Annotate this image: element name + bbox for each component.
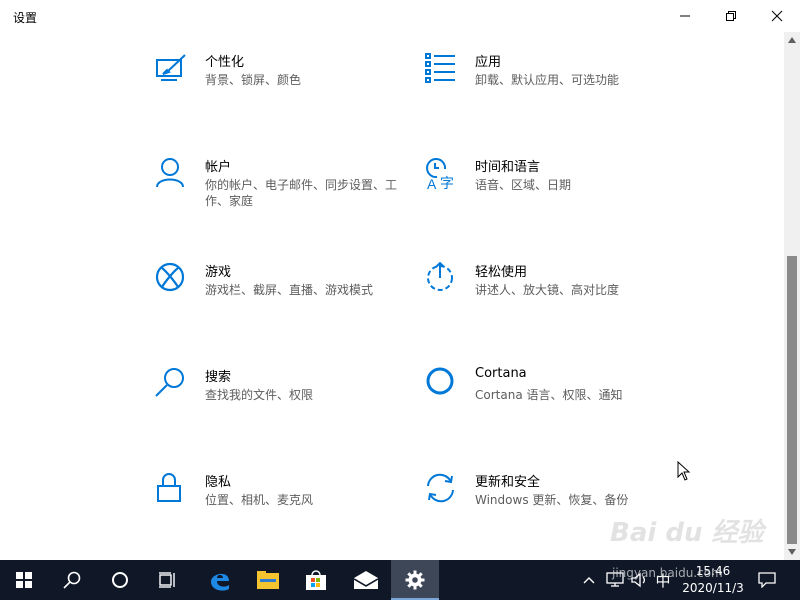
- taskbar-store-button[interactable]: [292, 560, 340, 600]
- mail-icon: [354, 571, 378, 589]
- tile-name: 更新和安全: [475, 475, 541, 490]
- scroll-thumb[interactable]: [787, 256, 797, 544]
- window-title: 设置: [13, 11, 38, 25]
- tile-name: 隐私: [205, 475, 232, 490]
- tile-description: 讲述人、放大镜、高对比度: [475, 283, 620, 297]
- taskbar-file-explorer-button[interactable]: [244, 560, 292, 600]
- tile-description: 位置、相机、麦克风: [205, 493, 314, 507]
- tile-name: 个性化: [205, 55, 245, 70]
- close-button[interactable]: [754, 0, 800, 32]
- tile-time-language[interactable]: A 字 时间和语言 语音、区域、日期: [425, 157, 695, 237]
- tile-name: 时间和语言: [475, 160, 541, 175]
- cortana-icon: [425, 367, 459, 401]
- edge-icon: [211, 573, 229, 591]
- tile-description: 语音、区域、日期: [475, 178, 572, 192]
- tile-description: 卸载、默认应用、可选功能: [475, 73, 620, 87]
- task-view-button[interactable]: [144, 560, 192, 600]
- tile-personalization[interactable]: 个性化 背景、锁屏、颜色: [155, 52, 425, 132]
- search-icon: [63, 571, 81, 589]
- scroll-up-button[interactable]: [784, 32, 800, 48]
- tile-description: 查找我的文件、权限: [205, 388, 314, 402]
- settings-icon: [405, 570, 425, 590]
- mouse-cursor-icon: [677, 460, 691, 485]
- tile-privacy[interactable]: 隐私 位置、相机、麦克风: [155, 472, 425, 552]
- svg-text:字: 字: [440, 176, 454, 191]
- cortana-icon: [112, 572, 128, 588]
- task-view-icon: [159, 572, 175, 588]
- tile-description: Windows 更新、恢复、备份: [475, 493, 629, 507]
- tile-description: Cortana 语言、权限、通知: [475, 388, 623, 402]
- taskbar-cortana-button[interactable]: [96, 560, 144, 600]
- minimize-icon: [680, 15, 690, 17]
- store-icon: [306, 570, 326, 590]
- svg-text:A: A: [427, 176, 437, 191]
- tile-name: 游戏: [205, 265, 232, 280]
- close-icon: [771, 10, 783, 22]
- chevron-down-icon: [788, 549, 796, 555]
- tile-ease-of-access[interactable]: 轻松使用 讲述人、放大镜、高对比度: [425, 262, 695, 342]
- notification-icon: [758, 572, 776, 588]
- baidu-watermark-url: jingyan.baidu.com: [612, 566, 723, 580]
- scroll-down-button[interactable]: [784, 544, 800, 560]
- restore-icon: [726, 11, 736, 21]
- taskbar-mail-button[interactable]: [342, 560, 390, 600]
- tile-description: 你的帐户、电子邮件、同步设置、工作、家庭: [205, 178, 398, 208]
- taskbar-search-button[interactable]: [48, 560, 96, 600]
- tile-apps[interactable]: 应用 卸载、默认应用、可选功能: [425, 52, 695, 132]
- privacy-lock-icon: [155, 472, 189, 506]
- tile-name: 帐户: [205, 160, 232, 175]
- start-button[interactable]: [0, 560, 48, 600]
- time-language-icon: A 字: [425, 157, 459, 191]
- personalization-icon: [155, 52, 189, 86]
- tile-name: Cortana: [475, 366, 527, 381]
- minimize-button[interactable]: [662, 0, 708, 32]
- update-security-icon: [425, 472, 459, 506]
- tile-description: 游戏栏、截屏、直播、游戏模式: [205, 283, 374, 297]
- tile-name: 应用: [475, 55, 502, 70]
- tile-search[interactable]: 搜索 查找我的文件、权限: [155, 367, 425, 447]
- restore-button[interactable]: [708, 0, 754, 32]
- vertical-scrollbar[interactable]: [784, 32, 800, 560]
- baidu-watermark-logo: Bai du 经验: [610, 518, 764, 548]
- apps-icon: [425, 52, 459, 86]
- title-bar: 设置: [0, 0, 800, 32]
- search-icon: [155, 367, 189, 401]
- chevron-up-icon: [788, 37, 796, 43]
- tile-gaming[interactable]: 游戏 游戏栏、截屏、直播、游戏模式: [155, 262, 425, 342]
- tile-description: 背景、锁屏、颜色: [205, 73, 302, 87]
- tile-cortana[interactable]: Cortana Cortana 语言、权限、通知: [425, 366, 695, 447]
- start-icon: [16, 572, 32, 588]
- tile-name: 轻松使用: [475, 265, 528, 280]
- ease-of-access-icon: [425, 262, 459, 296]
- tile-name: 搜索: [205, 370, 232, 385]
- file-explorer-icon: [257, 571, 279, 589]
- clock-date: 2020/11/3: [682, 581, 744, 595]
- action-center-button[interactable]: [754, 560, 780, 600]
- xbox-icon: [155, 262, 189, 296]
- tile-accounts[interactable]: 帐户 你的帐户、电子邮件、同步设置、工作、家庭: [155, 157, 425, 237]
- show-hidden-icons-button[interactable]: [580, 560, 598, 600]
- chevron-up-icon: [583, 577, 595, 584]
- taskbar-settings-button[interactable]: [391, 560, 439, 600]
- account-icon: [155, 157, 189, 191]
- settings-grid: 个性化 背景、锁屏、颜色 应用 卸载、默认应用、可选功能 帐户 你的帐户、电子邮…: [0, 32, 784, 560]
- taskbar-edge-button[interactable]: [196, 560, 244, 600]
